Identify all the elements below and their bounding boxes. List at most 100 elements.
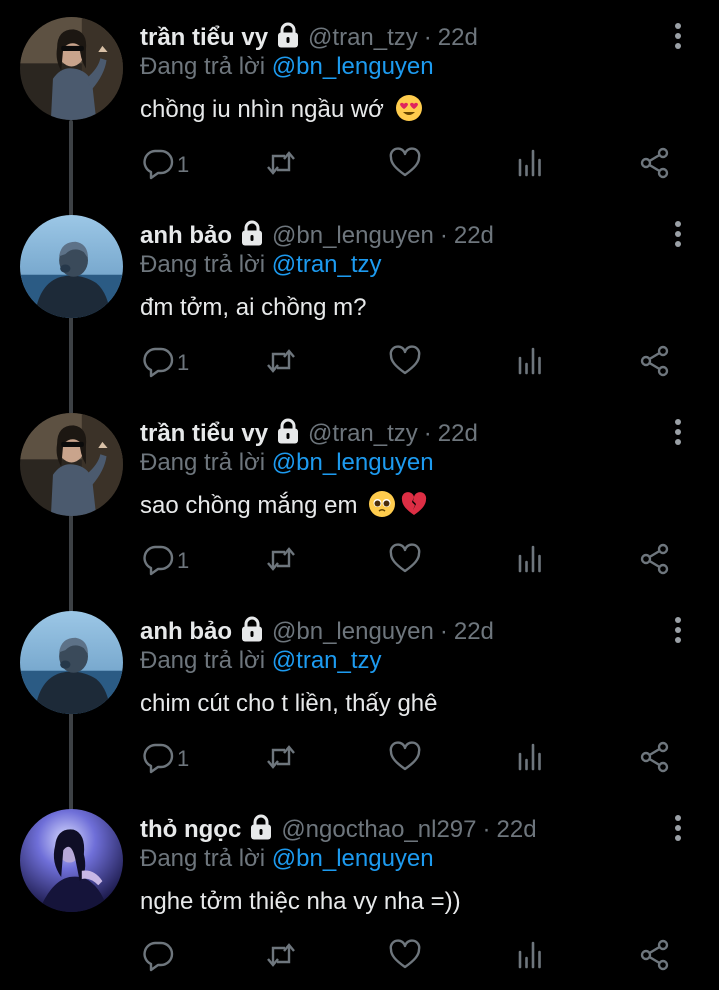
separator-dot: ·: [482, 816, 491, 843]
analytics-icon: [514, 146, 548, 185]
retweet-icon: [264, 146, 298, 185]
replying-to: Đang trả lời @bn_lenguyen: [140, 52, 434, 82]
tweet[interactable]: anh bảo @bn_lenguyen · 22d Đang trả lời @tr…: [0, 198, 719, 396]
avatar[interactable]: [20, 413, 123, 516]
replying-to: Đang trả lời @bn_lenguyen: [140, 844, 434, 874]
share-button[interactable]: [638, 145, 672, 185]
tweet-header: anh bảo @bn_lenguyen · 22d: [140, 220, 494, 251]
share-icon: [638, 740, 672, 779]
replying-to-label: Đang trả lời: [140, 53, 266, 80]
retweet-button[interactable]: [264, 145, 298, 185]
reply-count: 1: [177, 152, 190, 177]
analytics-icon: [514, 542, 548, 581]
share-button[interactable]: [638, 937, 672, 977]
replying-to-label: Đang trả lời: [140, 845, 266, 872]
mention-link[interactable]: @bn_lenguyen: [272, 53, 434, 80]
tweet-actions: 1: [0, 541, 719, 581]
display-name[interactable]: trần tiểu vy: [140, 420, 268, 447]
share-button[interactable]: [638, 343, 672, 383]
pleading-face-emoji: [368, 490, 396, 518]
tweet-text-content: chồng iu nhìn ngầu wớ: [140, 96, 384, 123]
tweet-header: trần tiểu vy @tran_tzy · 22d: [140, 22, 478, 53]
display-name[interactable]: anh bảo: [140, 618, 232, 645]
retweet-button[interactable]: [264, 343, 298, 383]
tweet-header: trần tiểu vy @tran_tzy · 22d: [140, 418, 478, 449]
avatar[interactable]: [20, 215, 123, 318]
tweet-text: sao chồng mắng em: [140, 489, 428, 523]
timestamp[interactable]: 22d: [497, 816, 537, 843]
analytics-button[interactable]: [514, 739, 548, 779]
like-button[interactable]: [388, 343, 422, 383]
display-name[interactable]: trần tiểu vy: [140, 24, 268, 51]
share-icon: [638, 344, 672, 383]
share-button[interactable]: [638, 541, 672, 581]
username[interactable]: @tran_tzy: [308, 420, 418, 447]
username[interactable]: @ngocthao_nl297: [281, 816, 476, 843]
reply-count: 1: [177, 746, 190, 771]
tweet[interactable]: trần tiểu vy @tran_tzy · 22d Đang trả lời @…: [0, 396, 719, 594]
separator-dot: ·: [439, 618, 448, 645]
heart-icon: [388, 740, 422, 779]
mention-link[interactable]: @tran_tzy: [272, 647, 382, 674]
heart-icon: [388, 344, 422, 383]
comment-icon: [141, 146, 175, 185]
reply-button[interactable]: 1: [141, 541, 189, 581]
more-vertical-icon[interactable]: [668, 418, 688, 446]
heart-icon: [388, 542, 422, 581]
reply-button[interactable]: [141, 937, 177, 977]
avatar[interactable]: [20, 17, 123, 120]
mention-link[interactable]: @bn_lenguyen: [272, 449, 434, 476]
more-vertical-icon[interactable]: [668, 22, 688, 50]
tweet-text-content: đm tởm, ai chồng m?: [140, 294, 367, 321]
display-name[interactable]: thỏ ngọc: [140, 816, 241, 843]
retweet-icon: [264, 542, 298, 581]
username[interactable]: @bn_lenguyen: [272, 222, 434, 249]
reply-button[interactable]: 1: [141, 343, 189, 383]
retweet-icon: [264, 938, 298, 977]
avatar[interactable]: [20, 611, 123, 714]
tweet-actions: 1: [0, 343, 719, 383]
timestamp[interactable]: 22d: [438, 420, 478, 447]
analytics-icon: [514, 740, 548, 779]
retweet-button[interactable]: [264, 937, 298, 977]
more-vertical-icon[interactable]: [668, 616, 688, 644]
more-vertical-icon[interactable]: [668, 220, 688, 248]
tweet[interactable]: trần tiểu vy @tran_tzy · 22d Đang trả lời @…: [0, 0, 719, 198]
replying-to: Đang trả lời @tran_tzy: [140, 646, 382, 676]
tweet-text: chồng iu nhìn ngầu wớ: [140, 93, 423, 127]
username[interactable]: @tran_tzy: [308, 24, 418, 51]
replying-to-label: Đang trả lời: [140, 449, 266, 476]
tweet[interactable]: thỏ ngọc @ngocthao_nl297 · 22d Đang trả lời…: [0, 792, 719, 990]
retweet-button[interactable]: [264, 739, 298, 779]
tweet[interactable]: anh bảo @bn_lenguyen · 22d Đang trả lời @tr…: [0, 594, 719, 792]
share-button[interactable]: [638, 739, 672, 779]
like-button[interactable]: [388, 739, 422, 779]
tweet-actions: 1: [0, 145, 719, 185]
timestamp[interactable]: 22d: [438, 24, 478, 51]
mention-link[interactable]: @bn_lenguyen: [272, 845, 434, 872]
replying-to: Đang trả lời @bn_lenguyen: [140, 448, 434, 478]
more-vertical-icon[interactable]: [668, 814, 688, 842]
mention-link[interactable]: @tran_tzy: [272, 251, 382, 278]
heart-icon: [388, 938, 422, 977]
like-button[interactable]: [388, 937, 422, 977]
separator-dot: ·: [423, 420, 432, 447]
like-button[interactable]: [388, 145, 422, 185]
retweet-icon: [264, 740, 298, 779]
username[interactable]: @bn_lenguyen: [272, 618, 434, 645]
timestamp[interactable]: 22d: [454, 618, 494, 645]
analytics-button[interactable]: [514, 343, 548, 383]
reply-button[interactable]: 1: [141, 145, 189, 185]
reply-count: 1: [177, 350, 190, 375]
analytics-button[interactable]: [514, 937, 548, 977]
timestamp[interactable]: 22d: [454, 222, 494, 249]
reply-button[interactable]: 1: [141, 739, 189, 779]
analytics-button[interactable]: [514, 145, 548, 185]
analytics-button[interactable]: [514, 541, 548, 581]
retweet-button[interactable]: [264, 541, 298, 581]
avatar[interactable]: [20, 809, 123, 912]
like-button[interactable]: [388, 541, 422, 581]
analytics-icon: [514, 938, 548, 977]
display-name[interactable]: anh bảo: [140, 222, 232, 249]
heart-eyes-emoji: [395, 94, 423, 122]
